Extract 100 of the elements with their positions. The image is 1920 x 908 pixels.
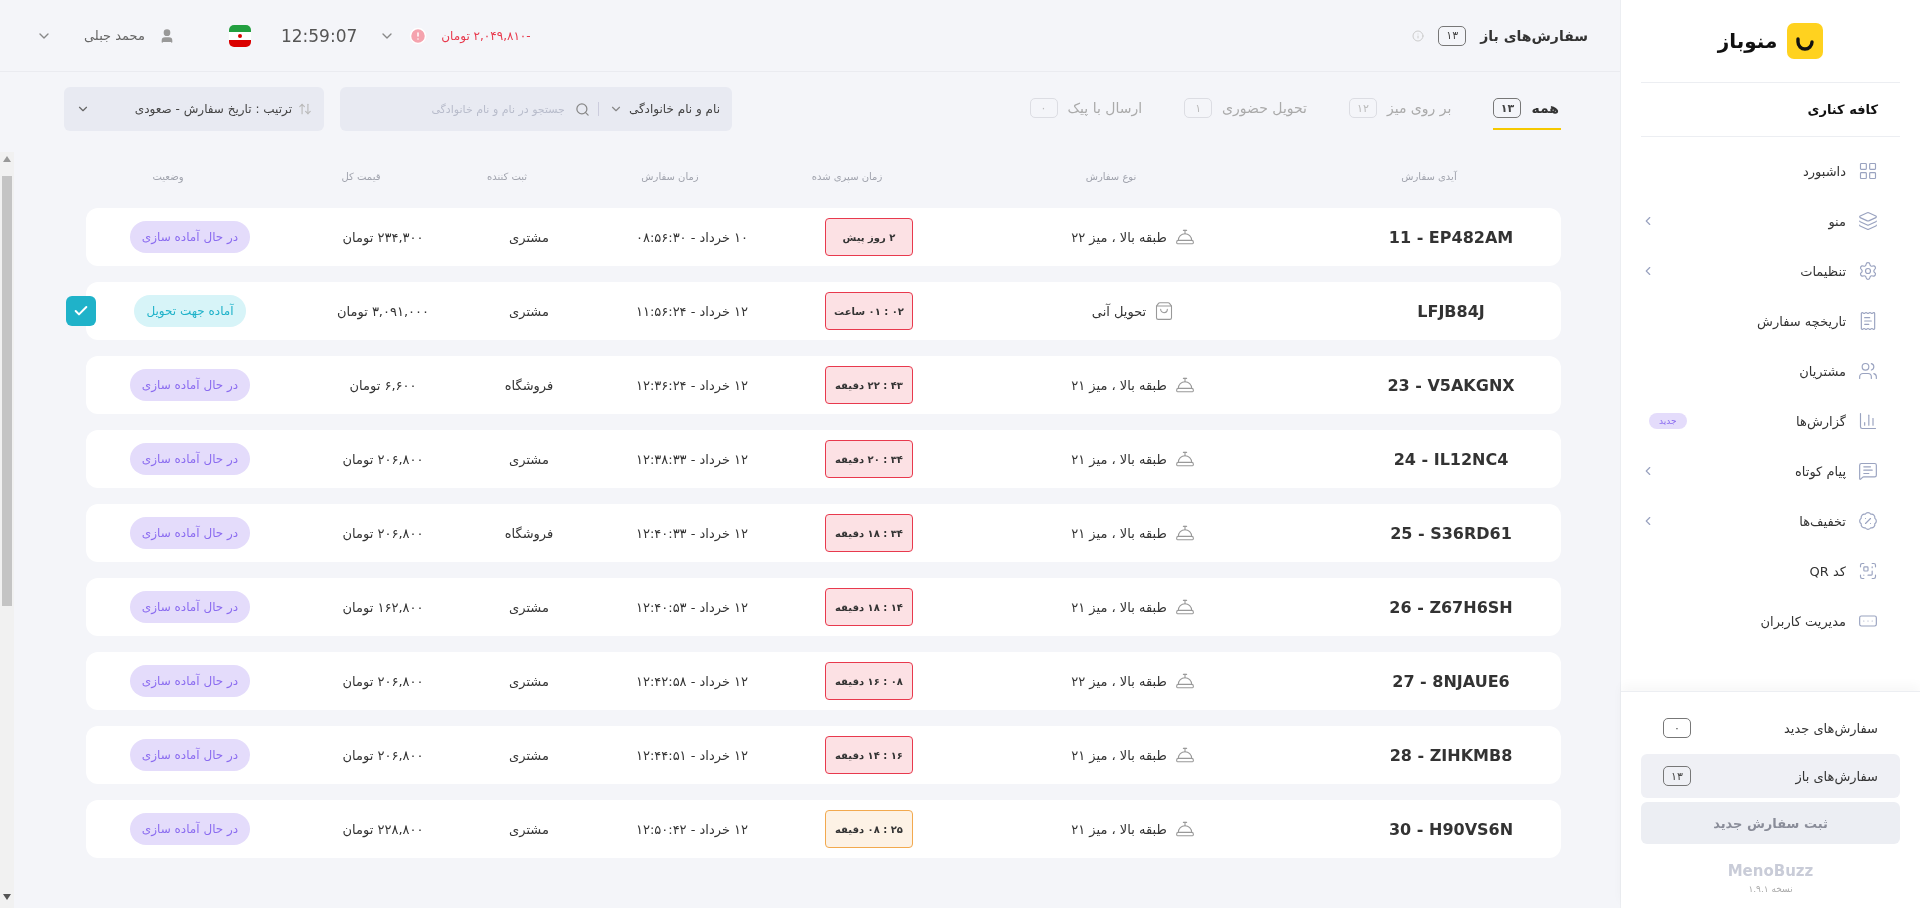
orders-link[interactable]: سفارش‌های باز ۱۳ <box>1641 754 1900 798</box>
status-badge: در حال آماده سازی <box>129 591 251 623</box>
tab-count: ۱۳ <box>1493 98 1522 118</box>
column-header: قیمت کل <box>340 170 382 182</box>
percent-badge-icon <box>1858 511 1878 531</box>
registrar: مشتری <box>509 821 549 837</box>
sidebar-item[interactable]: کد QR <box>1621 546 1920 596</box>
orders-link[interactable]: سفارش‌های جدید ۰ <box>1641 706 1900 750</box>
order-type: طبقه بالا ، میز ۲۱ <box>1071 525 1167 541</box>
search-icon <box>574 101 590 117</box>
elapsed-time: ۴۳ : ۲۲ دقیقه <box>825 366 913 404</box>
total-price: ۲۰۶,۸۰۰ تومان <box>342 747 424 763</box>
order-id: 23 - V5AKGNX <box>1387 375 1515 395</box>
qr-code-icon <box>1858 561 1878 581</box>
order-type: طبقه بالا ، میز ۲۱ <box>1071 377 1167 393</box>
open-orders-count: ۱۳ <box>1438 25 1467 46</box>
tab-count: ۱ <box>1184 98 1213 118</box>
alert-icon <box>409 26 428 45</box>
logo-text: منوباز <box>1717 29 1778 53</box>
cloche-icon <box>1174 597 1195 617</box>
order-id: LFJB84J <box>1417 301 1485 321</box>
status-badge: در حال آماده سازی <box>129 739 251 771</box>
scroll-down-icon[interactable] <box>3 894 11 900</box>
registrar: مشتری <box>509 451 549 467</box>
sidebar-item[interactable]: تاریخچه سفارش <box>1621 296 1920 346</box>
order-type: طبقه بالا ، میز ۲۲ <box>1071 673 1167 689</box>
total-price: ۲۰۶,۸۰۰ تومان <box>342 451 424 467</box>
flag-icon <box>228 24 251 47</box>
cloche-icon <box>1174 745 1195 765</box>
sort-dropdown[interactable]: ترتیب : تاریخ سفارش - صعودی <box>64 87 324 131</box>
order-time: ۱۰ خرداد - ۰۸:۵۶:۳۰ <box>635 229 749 245</box>
sidebar-item[interactable]: داشبورد <box>1621 146 1920 196</box>
sidebar-item[interactable]: منو <box>1621 196 1920 246</box>
order-id: 26 - Z67H6SH <box>1389 597 1513 617</box>
sidebar-item[interactable]: تنظیمات <box>1621 246 1920 296</box>
clock-time: 12:59:07 <box>280 25 358 46</box>
order-id: 27 - 8NJAUE6 <box>1392 671 1510 691</box>
orders-count: ۰ <box>1663 718 1691 738</box>
page-title: سفارش‌های باز <box>1480 27 1588 44</box>
elapsed-time: ۳۴ : ۱۸ دقیقه <box>825 514 913 552</box>
order-type: تحویل آنی <box>1091 303 1147 319</box>
logo-icon <box>1787 23 1824 59</box>
registrar: مشتری <box>509 599 549 615</box>
order-id: 30 - H90VS6N <box>1388 819 1514 839</box>
order-time: ۱۲ خرداد - ۱۲:۵۰:۴۲ <box>635 821 749 837</box>
cloche-icon <box>1174 523 1195 543</box>
total-price: ۲۳۴,۳۰۰ تومان <box>342 229 424 245</box>
order-type: طبقه بالا ، میز ۲۱ <box>1071 599 1167 615</box>
venue-name: کافه کناری <box>1807 102 1878 117</box>
receipt-icon <box>1858 311 1878 331</box>
filter-tab[interactable]: همه ۱۳ <box>1493 88 1561 130</box>
scrollbar[interactable] <box>0 152 14 908</box>
order-id: 11 - EP482AM <box>1388 227 1514 247</box>
sort-label: ترتیب : تاریخ سفارش - صعودی <box>134 102 292 116</box>
new-badge: جدید <box>1649 413 1687 429</box>
status-badge: در حال آماده سازی <box>129 517 251 549</box>
sidebar-item[interactable]: تخفیف‌ها <box>1621 496 1920 546</box>
status-badge: در حال آماده سازی <box>129 665 251 697</box>
order-time: ۱۲ خرداد - ۱۲:۳۶:۲۴ <box>635 377 749 393</box>
column-header: وضعیت <box>151 170 185 182</box>
cloche-icon <box>1174 671 1195 691</box>
scroll-up-icon[interactable] <box>3 156 11 162</box>
sidebar-item[interactable]: مدیریت کاربران <box>1621 596 1920 646</box>
cloche-icon <box>1174 227 1195 247</box>
row-checkbox[interactable] <box>66 296 96 326</box>
order-time: ۱۲ خرداد - ۱۱:۵۶:۲۴ <box>635 303 749 319</box>
status-badge: آماده جهت تحویل <box>134 295 246 327</box>
total-price: ۲۰۶,۸۰۰ تومان <box>342 673 424 689</box>
settings-icon <box>1858 261 1878 281</box>
order-type: طبقه بالا ، میز ۲۱ <box>1071 747 1167 763</box>
registrar: فروشگاه <box>504 377 554 393</box>
total-price: ۲۰۶,۸۰۰ تومان <box>342 525 424 541</box>
order-time: ۱۲ خرداد - ۱۲:۴۰:۳۳ <box>635 525 749 541</box>
scroll-thumb[interactable] <box>2 176 12 606</box>
user-name[interactable]: محمد جبلی <box>84 28 145 43</box>
column-header: نوع سفارش <box>1084 170 1138 182</box>
registrar: مشتری <box>509 747 549 763</box>
cloche-icon <box>1174 819 1195 839</box>
status-badge: در حال آماده سازی <box>129 443 251 475</box>
search-field-select[interactable]: نام و نام خانوادگی <box>597 102 720 116</box>
total-price: ۳,۰۹۱,۰۰۰ تومان <box>336 303 430 319</box>
total-price: ۶,۶۰۰ تومان <box>349 377 417 393</box>
orders-count: ۱۳ <box>1663 766 1691 786</box>
grid-icon <box>1858 161 1878 181</box>
registrar: فروشگاه <box>504 525 554 541</box>
sidebar-item[interactable]: پیام کوتاه <box>1621 446 1920 496</box>
elapsed-time: ۰۸ : ۱۶ دقیقه <box>825 662 913 700</box>
cloche-icon <box>1174 375 1195 395</box>
elapsed-time: ۳۴ : ۲۰ دقیقه <box>825 440 913 478</box>
users-icon <box>1858 361 1878 381</box>
elapsed-time: ۲۵ : ۰۸ دقیقه <box>825 810 913 848</box>
sidebar-item[interactable]: گزارش‌ها جدید <box>1621 396 1920 446</box>
order-time: ۱۲ خرداد - ۱۲:۴۴:۵۱ <box>635 747 749 763</box>
order-id: 25 - S36RD61 <box>1390 523 1512 543</box>
info-icon[interactable] <box>1412 29 1425 42</box>
column-header: ثبت کننده <box>485 170 529 182</box>
sidebar-item[interactable]: مشتریان <box>1621 346 1920 396</box>
order-id: 28 - ZIHKMB8 <box>1389 745 1513 765</box>
tab-count: ۱۲ <box>1348 98 1377 118</box>
total-price: ۱۶۲,۸۰۰ تومان <box>342 599 424 615</box>
